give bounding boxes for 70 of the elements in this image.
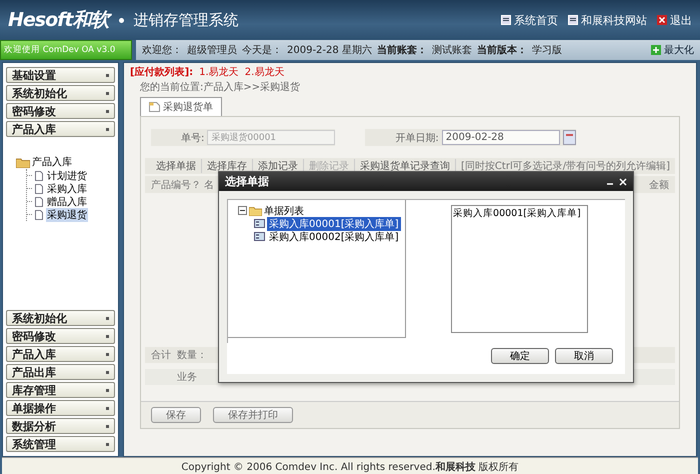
menu-section[interactable]: 数据分析 (6, 418, 116, 434)
date-field[interactable]: 2009-02-28 (442, 130, 560, 145)
tree-folder-label[interactable]: 单据列表 (264, 204, 304, 218)
dialog-title: 选择单据 (225, 174, 270, 189)
tree-item[interactable]: 赠品入库 (46, 194, 88, 208)
tree-folder-label[interactable]: 产品入库 (32, 155, 72, 169)
menu-section[interactable]: 密码修改 (6, 328, 116, 344)
menu-section[interactable]: 密码修改 (6, 103, 116, 119)
maximize-link[interactable]: 最大化 (651, 43, 694, 57)
close-icon[interactable] (619, 178, 628, 186)
notice-label: [应付款列表]: (130, 65, 194, 78)
info-value: 测试账套 (432, 44, 472, 57)
welcome-text: 欢迎使用 ComDev OA v3.0 (0, 40, 132, 60)
info-label: 当前版本： (476, 44, 527, 57)
menu-section[interactable]: 系统管理 (6, 436, 116, 452)
field-label: 业务 (177, 370, 198, 384)
tab[interactable]: 采购退货单 (140, 97, 222, 116)
menu-section[interactable]: 库存管理 (6, 382, 116, 398)
menu-section[interactable]: 系统初始化 (6, 85, 116, 101)
header-link[interactable]: 系统首页 (501, 12, 558, 28)
form-button[interactable]: 保存 (151, 407, 202, 423)
menu-section[interactable]: 产品入库 (6, 346, 116, 362)
column-header: 名 (204, 178, 214, 192)
field-label: 单号: (181, 132, 204, 144)
menu-section[interactable]: 产品出库 (6, 364, 116, 380)
tree-item[interactable]: 计划进货 (46, 168, 88, 182)
hint-text: [同时按Ctrl可多选记录/带有问号的列允许编辑] (460, 160, 671, 173)
tree-item[interactable]: 采购入库00001[采购入库单] (267, 216, 401, 230)
toolbar-link[interactable]: 选择单据 (151, 159, 202, 173)
tree-item[interactable]: 采购入库00002[采购入库单] (267, 230, 401, 244)
menu-section[interactable]: 系统初始化 (6, 310, 116, 326)
folder-icon (16, 156, 30, 168)
dialog-button[interactable]: 取消 (555, 348, 614, 364)
field-label: 开单日期: (395, 132, 439, 144)
total-label: 数量： (177, 349, 208, 362)
tree-item[interactable]: 采购入库 (46, 182, 88, 196)
info-label: 当前账套： (376, 44, 427, 57)
document-icon (149, 102, 160, 112)
total-label: 合计 (151, 348, 172, 362)
breadcrumb-text: 您的当前位置:产品入库>>采购退货 (140, 82, 302, 94)
column-header: 产品编号？ (151, 178, 202, 192)
info-value: 超级管理员 (187, 44, 237, 57)
exit-icon (657, 15, 667, 25)
calendar-icon (562, 130, 576, 145)
form-icon (254, 219, 266, 228)
column-header: 金额 (649, 178, 669, 192)
menu-section[interactable]: 产品入库 (6, 121, 116, 137)
form-button[interactable]: 保存并打印 (213, 407, 294, 423)
notice-link[interactable]: 1.易龙天 (199, 64, 239, 78)
dialog-button[interactable]: 确定 (491, 348, 550, 364)
list-item[interactable]: 采购入库00001[采购入库单] (453, 207, 586, 220)
form-icon (254, 232, 266, 241)
info-value: 2009-2-28 星期六 (287, 44, 372, 57)
menu-section[interactable]: 单据操作 (6, 400, 116, 416)
folder-icon (249, 206, 262, 216)
app-title: 进销存管理系统 (134, 10, 238, 30)
page-icon (568, 15, 578, 25)
info-label: 今天是： (242, 44, 282, 57)
tree-item[interactable]: 采购退货 (46, 208, 88, 222)
copyright-text: Copyright © 2006 Comdev Inc. All rights reserved.和展科技 版权所有 (181, 460, 519, 474)
notice-link[interactable]: 2.易龙天 (244, 64, 284, 78)
menu-section[interactable]: 基础设置 (6, 67, 116, 83)
dot-icon (118, 18, 124, 22)
header-link[interactable]: 和展科技网站 (568, 12, 647, 28)
collapse-icon[interactable] (238, 206, 248, 215)
info-value: 学习版 (532, 44, 562, 57)
info-label: 欢迎您： (142, 44, 182, 57)
maximize-icon (651, 45, 661, 55)
page-icon (501, 15, 511, 25)
header-link[interactable]: 退出 (657, 12, 692, 28)
